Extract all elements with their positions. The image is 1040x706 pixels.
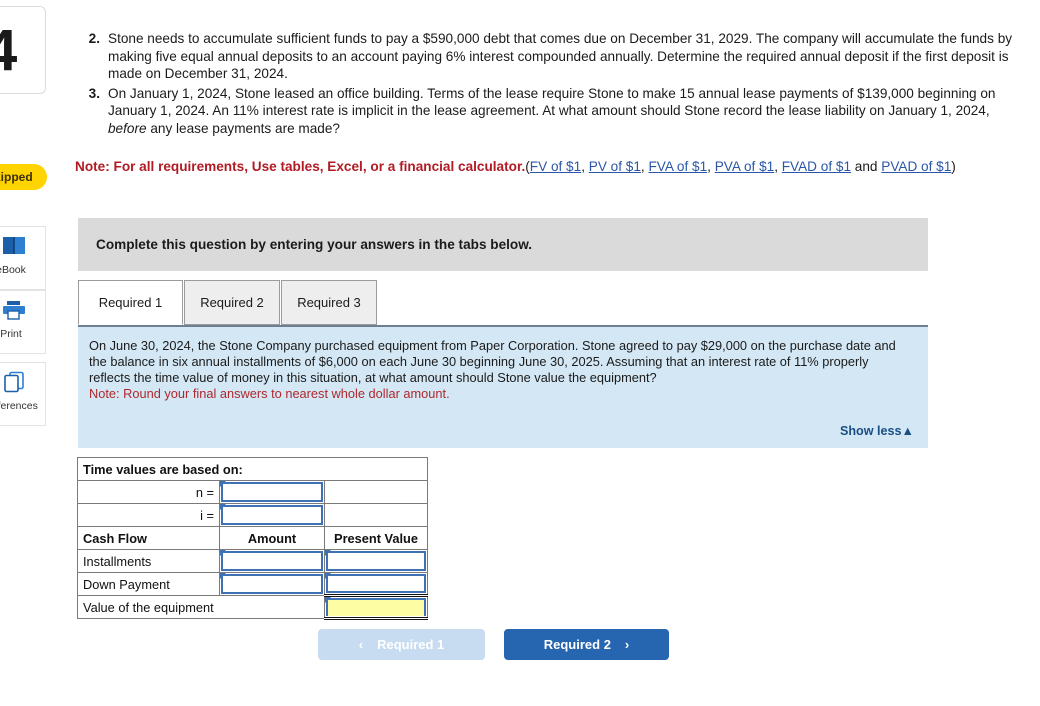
link-fv-of-1[interactable]: FV of $1 [530, 159, 581, 174]
table-title: Time values are based on: [76, 457, 429, 481]
input-installments-present-value[interactable] [323, 549, 429, 573]
requirement-text-part: On January 1, 2024, Stone leased an offi… [108, 85, 996, 119]
cell-flag-icon [220, 550, 226, 556]
label-n: n = [77, 480, 220, 504]
table-row: Installments [77, 549, 429, 573]
tables-note-bold: Note: For all requirements, Use tables, … [75, 159, 526, 174]
cell-flag-icon [220, 573, 226, 579]
requirement-number: 2. [88, 31, 100, 46]
table-row: Down Payment [77, 572, 429, 597]
table-row: i = [77, 503, 429, 527]
empty-cell [323, 480, 429, 504]
tab-required-3[interactable]: Required 3 [281, 280, 377, 325]
question-info-panel: On June 30, 2024, the Stone Company purc… [78, 325, 928, 448]
link-pva-of-1[interactable]: PVA of $1 [715, 159, 774, 174]
empty-cell [323, 503, 429, 527]
chevron-left-icon: ‹ [358, 637, 364, 652]
column-header-amount: Amount [219, 526, 325, 550]
link-fvad-of-1[interactable]: FVAD of $1 [782, 159, 851, 174]
complete-question-text: Complete this question by entering your … [96, 237, 533, 252]
note-close-paren: ) [951, 159, 956, 174]
requirement-text-part: any lease payments are made? [146, 120, 340, 136]
column-header-cash-flow: Cash Flow [77, 526, 220, 550]
cell-flag-icon [325, 597, 331, 603]
input-i[interactable] [219, 503, 325, 527]
input-value-of-equipment[interactable] [323, 595, 429, 620]
input-box[interactable] [221, 482, 323, 502]
tab-label: Required 1 [98, 295, 163, 310]
requirement-text: On January 1, 2024, Stone leased an offi… [108, 85, 1016, 138]
info-panel-body: On June 30, 2024, the Stone Company purc… [89, 338, 896, 385]
question-main-area: 2. Stone needs to accumulate sufficient … [0, 0, 1040, 706]
input-box[interactable] [221, 574, 323, 594]
input-down-payment-present-value[interactable] [323, 572, 429, 597]
next-requirement-button[interactable]: Required 2 › [504, 629, 669, 660]
cell-flag-icon [325, 573, 331, 579]
link-pvad-of-1[interactable]: PVAD of $1 [881, 159, 951, 174]
tab-label: Required 3 [297, 295, 361, 310]
previous-button-label: Required 1 [377, 637, 445, 652]
info-panel-rounding-note: Note: Round your final answers to neares… [89, 386, 450, 401]
requirements-list: 2. Stone needs to accumulate sufficient … [86, 30, 1016, 139]
cell-flag-icon [220, 481, 226, 487]
answer-table: Time values are based on: n = i = Cash F… [76, 457, 429, 620]
complete-question-banner: Complete this question by entering your … [78, 218, 928, 271]
requirement-text-part: Stone needs to accumulate sufficient fun… [108, 31, 1013, 81]
table-header-row: Cash Flow Amount Present Value [77, 526, 429, 550]
next-button-label: Required 2 [543, 637, 611, 652]
note-sep: , [707, 159, 715, 174]
requirement-tabstrip: Required 1 Required 2 Required 3 [78, 280, 928, 326]
table-total-row: Value of the equipment [77, 595, 429, 620]
requirement-item: 3. On January 1, 2024, Stone leased an o… [86, 85, 1016, 138]
tab-label: Required 2 [200, 295, 264, 310]
cell-flag-icon [220, 504, 226, 510]
requirement-emphasis: before [108, 120, 147, 136]
input-box[interactable] [221, 551, 323, 571]
tab-required-1[interactable]: Required 1 [78, 280, 183, 325]
note-conjunction: and [851, 159, 882, 174]
link-fva-of-1[interactable]: FVA of $1 [648, 159, 707, 174]
input-box[interactable] [326, 598, 427, 616]
label-i: i = [77, 503, 220, 527]
link-pv-of-1[interactable]: PV of $1 [589, 159, 641, 174]
input-installments-amount[interactable] [219, 549, 325, 573]
total-label: Value of the equipment [77, 595, 325, 619]
requirement-item: 2. Stone needs to accumulate sufficient … [86, 30, 1016, 83]
cell-flag-icon [325, 550, 331, 556]
input-n[interactable] [219, 480, 325, 504]
input-box[interactable] [326, 551, 427, 571]
note-sep: , [581, 159, 589, 174]
input-box[interactable] [326, 574, 427, 593]
table-row-title: Time values are based on: [76, 457, 429, 481]
tab-required-2[interactable]: Required 2 [184, 280, 280, 325]
requirement-number: 3. [88, 85, 100, 101]
requirement-text: Stone needs to accumulate sufficient fun… [108, 30, 1016, 83]
row-label-down-payment: Down Payment [77, 572, 220, 596]
caret-up-icon: ▲ [901, 424, 914, 438]
input-down-payment-amount[interactable] [219, 572, 325, 596]
column-header-present-value: Present Value [323, 526, 429, 550]
row-label-installments: Installments [77, 549, 220, 573]
input-box[interactable] [221, 505, 323, 525]
previous-requirement-button[interactable]: ‹ Required 1 [318, 629, 485, 660]
tables-note: Note: For all requirements, Use tables, … [75, 157, 1020, 177]
show-less-toggle[interactable]: Show less▲ [840, 424, 914, 438]
table-row: n = [77, 480, 429, 504]
show-less-label: Show less [839, 424, 902, 438]
note-sep: , [774, 159, 782, 174]
chevron-right-icon: › [624, 637, 630, 652]
